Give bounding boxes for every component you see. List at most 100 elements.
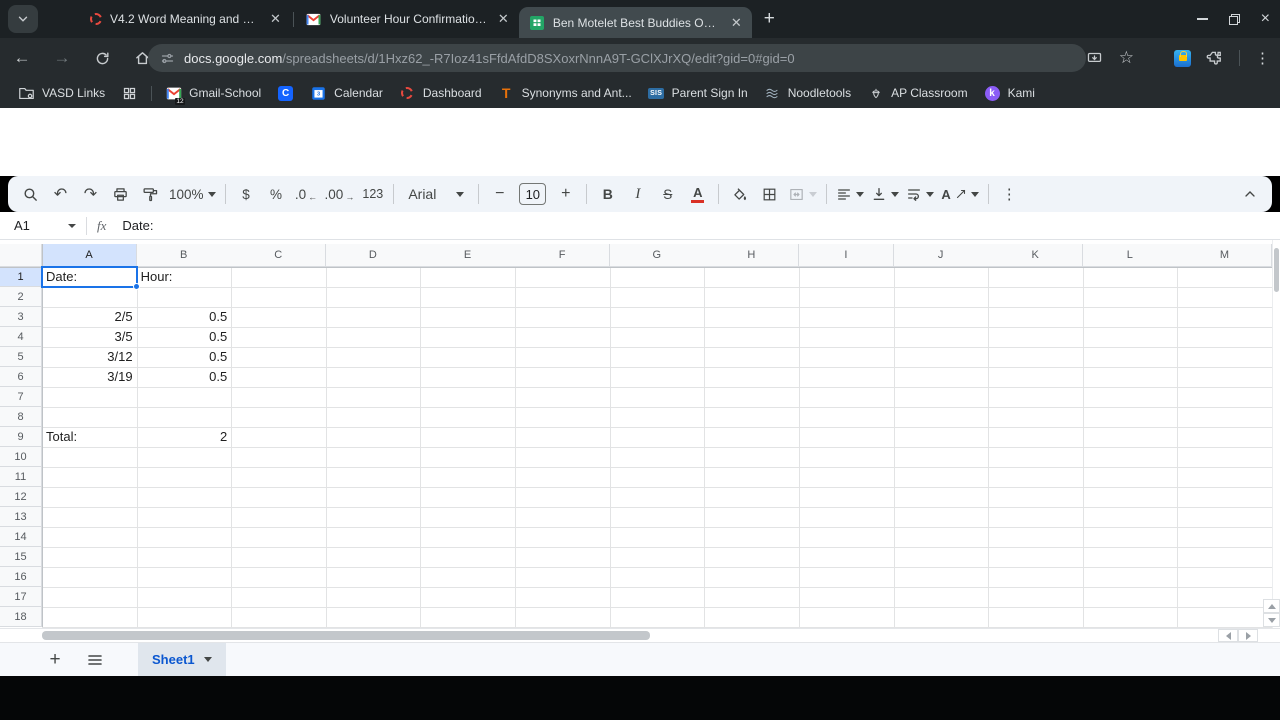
spreadsheet-grid[interactable]: A B C D E F G H I J K L M 1 2 3 4 5 6 7 8 9 10 11 12 13 14 15 16 17 18… — [0, 240, 1280, 642]
column-header-C[interactable]: C — [231, 244, 327, 267]
italic-button[interactable]: I — [623, 180, 652, 208]
collapse-menus-icon[interactable] — [1235, 180, 1264, 208]
text-color-button[interactable]: A — [683, 180, 712, 208]
tab-search-button[interactable] — [8, 5, 38, 33]
tab-close-icon[interactable]: ✕ — [731, 15, 742, 31]
add-sheet-icon[interactable]: + — [40, 645, 70, 675]
cell-A9[interactable]: Total: — [42, 427, 137, 447]
column-header-E[interactable]: E — [420, 244, 516, 267]
undo-button[interactable]: ↶ — [46, 180, 75, 208]
redo-button[interactable]: ↷ — [76, 180, 105, 208]
row-header-10[interactable]: 10 — [0, 447, 42, 467]
row-header-9[interactable]: 9 — [0, 427, 42, 447]
vertical-align-button[interactable] — [868, 180, 902, 208]
column-header-A[interactable]: A — [42, 244, 138, 267]
row-header-16[interactable]: 16 — [0, 567, 42, 587]
cell-B5[interactable]: 0.5 — [137, 347, 232, 367]
bookmark-calendar[interactable]: 3 Calendar — [302, 82, 391, 105]
bookmark-gmail-school[interactable]: 12 Gmail-School — [157, 82, 269, 105]
column-header-D[interactable]: D — [325, 244, 421, 267]
row-header-6[interactable]: 6 — [0, 367, 42, 387]
horizontal-align-button[interactable] — [833, 180, 867, 208]
row-header-2[interactable]: 2 — [0, 287, 42, 307]
cell-B1[interactable]: Hour: — [137, 267, 232, 287]
bold-button[interactable]: B — [593, 180, 622, 208]
merge-cells-button[interactable] — [785, 180, 820, 208]
paint-format-button[interactable] — [136, 180, 165, 208]
font-size-input[interactable]: 10 — [519, 183, 547, 205]
strikethrough-button[interactable]: S — [653, 180, 682, 208]
row-header-3[interactable]: 3 — [0, 307, 42, 327]
cell-A4[interactable]: 3/5 — [42, 327, 137, 347]
horizontal-scrollbar-thumb[interactable] — [42, 631, 650, 640]
restore-icon[interactable] — [1228, 13, 1240, 25]
cell-B6[interactable]: 0.5 — [137, 367, 232, 387]
close-window-icon[interactable]: × — [1261, 11, 1270, 27]
tab-volunteer-hour[interactable]: Volunteer Hour Confirmation - ✕ — [296, 0, 519, 38]
column-header-J[interactable]: J — [893, 244, 989, 267]
format-percent-button[interactable]: % — [262, 180, 291, 208]
scroll-down-button[interactable] — [1263, 613, 1280, 627]
more-formats-button[interactable]: 123 — [358, 180, 387, 208]
row-header-14[interactable]: 14 — [0, 527, 42, 547]
extensions-puzzle-icon[interactable] — [1206, 49, 1224, 67]
decrease-font-size-button[interactable]: − — [485, 180, 514, 208]
back-icon[interactable]: ← — [8, 44, 36, 72]
bookmark-apps-grid[interactable] — [113, 82, 146, 105]
bookmark-kami[interactable]: k Kami — [976, 82, 1043, 105]
column-header-L[interactable]: L — [1082, 244, 1178, 267]
column-header-H[interactable]: H — [704, 244, 800, 267]
row-header-17[interactable]: 17 — [0, 587, 42, 607]
cell-A6[interactable]: 3/19 — [42, 367, 137, 387]
url-bar[interactable]: docs.google.com/spreadsheets/d/1Hxz62_-R… — [148, 44, 1086, 72]
bookmark-dashboard[interactable]: Dashboard — [391, 82, 490, 105]
cell-A5[interactable]: 3/12 — [42, 347, 137, 367]
row-header-11[interactable]: 11 — [0, 467, 42, 487]
toolbar-more-icon[interactable]: ⋮ — [995, 180, 1024, 208]
formula-input[interactable]: Date: — [122, 218, 153, 233]
bookmark-ap-classroom[interactable]: AP Classroom — [859, 82, 975, 105]
row-header-1[interactable]: 1 — [0, 267, 42, 287]
row-header-4[interactable]: 4 — [0, 327, 42, 347]
bookmark-noodletools[interactable]: Noodletools — [756, 82, 859, 105]
reload-icon[interactable] — [88, 44, 116, 72]
tab-word-meaning[interactable]: V4.2 Word Meaning and Usage ✕ — [80, 0, 291, 38]
bookmark-parent-sign-in[interactable]: SIS Parent Sign In — [640, 82, 756, 105]
search-icon[interactable] — [16, 180, 45, 208]
row-header-8[interactable]: 8 — [0, 407, 42, 427]
tab-close-icon[interactable]: ✕ — [498, 11, 509, 27]
cell-B3[interactable]: 0.5 — [137, 307, 232, 327]
site-settings-icon[interactable] — [160, 51, 175, 66]
font-family-select[interactable]: Arial — [400, 180, 472, 208]
text-rotation-button[interactable]: A — [938, 180, 981, 208]
bookmark-vasd-links[interactable]: VASD Links — [10, 82, 113, 105]
bookmark-star-icon[interactable]: ☆ — [1119, 48, 1134, 68]
fill-handle[interactable] — [132, 283, 140, 290]
column-header-K[interactable]: K — [988, 244, 1084, 267]
vertical-scrollbar[interactable] — [1272, 240, 1280, 628]
row-header-13[interactable]: 13 — [0, 507, 42, 527]
row-header-12[interactable]: 12 — [0, 487, 42, 507]
forward-icon[interactable]: → — [48, 44, 76, 72]
increase-font-size-button[interactable]: + — [551, 180, 580, 208]
vertical-scrollbar-thumb[interactable] — [1273, 248, 1279, 292]
scroll-up-button[interactable] — [1263, 599, 1280, 613]
print-button[interactable] — [106, 180, 135, 208]
cell-B4[interactable]: 0.5 — [137, 327, 232, 347]
tab-close-icon[interactable]: ✕ — [270, 11, 281, 27]
decrease-decimals-button[interactable]: .0 ← — [292, 180, 321, 208]
text-wrap-button[interactable] — [903, 180, 937, 208]
browser-menu-icon[interactable]: ⋮ — [1255, 49, 1270, 67]
column-header-G[interactable]: G — [609, 244, 705, 267]
all-sheets-icon[interactable] — [80, 645, 110, 675]
tab-best-buddies-active[interactable]: Ben Motelet Best Buddies Ongo ✕ — [518, 7, 752, 38]
sheet-menu-caret[interactable] — [203, 657, 212, 662]
column-header-I[interactable]: I — [798, 244, 895, 267]
new-tab-button[interactable]: + — [764, 8, 775, 30]
row-header-18[interactable]: 18 — [0, 607, 42, 627]
send-to-devices-icon[interactable] — [1085, 50, 1104, 67]
bookmark-synonyms-and-ant[interactable]: T Synonyms and Ant... — [490, 82, 640, 105]
bookmark-clever[interactable]: C — [269, 82, 302, 105]
cell-A1[interactable]: Date: — [42, 267, 137, 287]
increase-decimals-button[interactable]: .00 → — [322, 180, 358, 208]
